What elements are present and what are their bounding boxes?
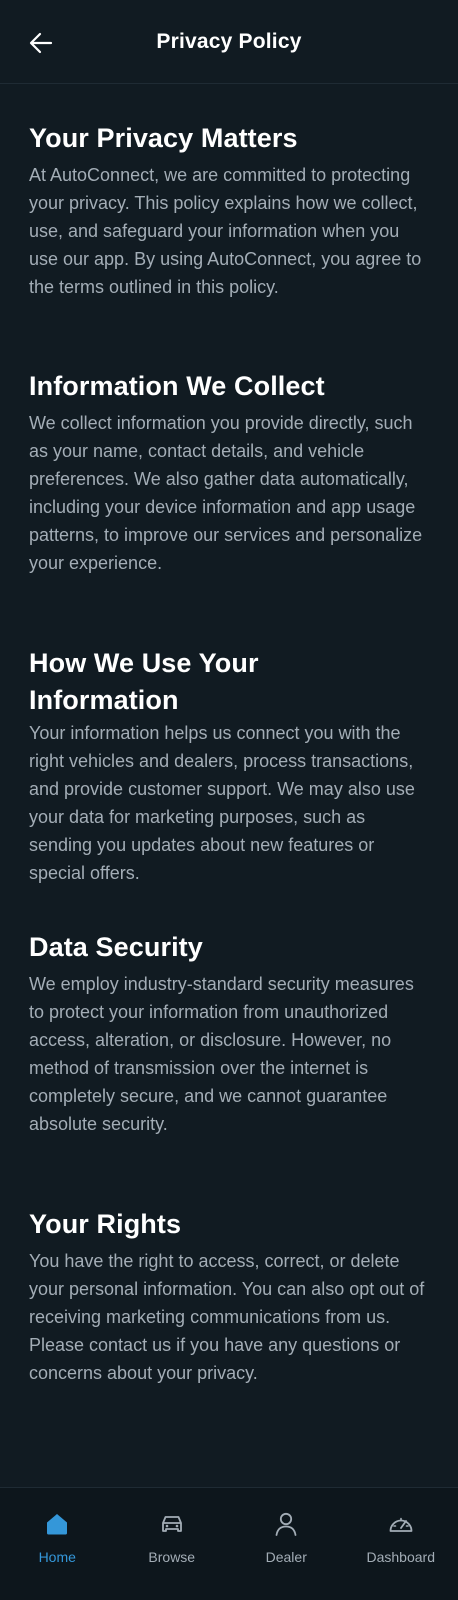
section-your-rights: Your Rights You have the right to access… [29,1206,429,1387]
speedometer-icon [389,1517,413,1532]
section-data-security: Data Security We employ industry-standar… [29,929,429,1138]
nav-label: Dashboard [366,1549,436,1565]
section-body: We collect information you provide direc… [29,413,423,573]
nav-label: Home [38,1549,76,1565]
page-title: Privacy Policy [156,30,302,53]
bottom-nav: Home Browse Dealer Dashboard [0,1487,458,1600]
section-title: Your Privacy Matters [29,123,298,153]
section-title: Information We Collect [29,371,325,401]
section-body: You have the right to access, correct, o… [29,1251,425,1383]
policy-content[interactable]: Your Privacy Matters At AutoConnect, we … [0,84,458,1487]
nav-item-dealer[interactable]: Dealer [229,1488,344,1600]
app-header: Privacy Policy [0,0,458,84]
nav-item-browse[interactable]: Browse [115,1488,230,1600]
car-icon [161,1516,182,1532]
section-how-we-use-body: Your information helps us connect you wi… [29,719,429,887]
section-information-collect: Information We Collect We collect inform… [29,368,429,577]
section-body: At AutoConnect, we are committed to prot… [29,165,422,297]
section-body: We employ industry-standard security mea… [29,974,414,1134]
section-title: Your Rights [29,1209,182,1239]
home-icon [47,1514,68,1535]
section-title: How We Use Your Information [29,648,259,715]
nav-label: Dealer [265,1549,307,1565]
section-privacy-matters: Your Privacy Matters At AutoConnect, we … [29,120,429,301]
nav-item-dashboard[interactable]: Dashboard [344,1488,458,1600]
section-how-we-use: How We Use Your Information [29,645,359,719]
section-title: Data Security [29,932,203,962]
nav-item-home[interactable]: Home [0,1488,115,1600]
section-body: Your information helps us connect you wi… [29,723,415,883]
nav-label: Browse [148,1549,196,1565]
user-icon [275,1512,297,1536]
